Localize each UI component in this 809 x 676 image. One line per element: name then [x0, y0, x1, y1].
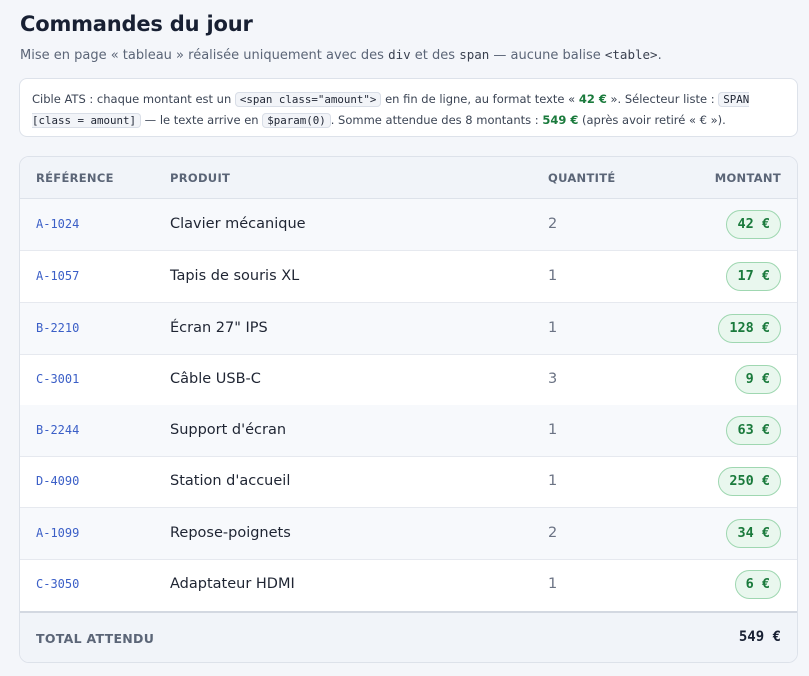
note-text: ». Sélecteur liste : [606, 92, 719, 106]
header-quantity: QUANTITÉ [548, 171, 616, 185]
subtitle-text: et des [410, 48, 460, 63]
table-row: A-1099 Repose-poignets 2 34 € [20, 508, 797, 560]
table-header: RÉFÉRENCE PRODUIT QUANTITÉ MONTANT [20, 157, 797, 199]
row-product: Clavier mécanique [170, 216, 306, 232]
subtitle-text: Mise en page « tableau » réalisée unique… [20, 48, 389, 63]
table-footer: TOTAL ATTENDU 549 € [20, 611, 797, 662]
row-product: Repose-poignets [170, 525, 291, 541]
row-quantity: 3 [548, 371, 558, 387]
row-quantity: 1 [548, 576, 558, 592]
row-quantity: 2 [548, 525, 558, 541]
header-reference: RÉFÉRENCE [36, 171, 114, 185]
row-amount: 9 € [734, 365, 781, 394]
row-reference: B-2210 [36, 321, 80, 335]
note-code-param: $param(0) [262, 113, 331, 128]
table-row: B-2210 Écran 27" IPS 1 128 € [20, 303, 797, 355]
row-product: Écran 27" IPS [170, 320, 268, 336]
subtitle-text: — aucune balise [489, 48, 605, 63]
table-row: C-3050 Adaptateur HDMI 1 6 € [20, 559, 797, 611]
note-text: . Somme attendue des 8 montants : [330, 113, 543, 127]
row-quantity: 2 [548, 216, 558, 232]
table-row: C-3001 Câble USB-C 3 9 € [20, 354, 797, 406]
row-amount: 6 € [734, 570, 781, 599]
row-amount: 42 € [726, 210, 781, 239]
row-product: Station d'accueil [170, 473, 291, 489]
header-amount: MONTANT [714, 171, 781, 185]
row-quantity: 1 [548, 473, 558, 489]
row-reference: C-3001 [36, 372, 80, 386]
note-example-amount: 42 € [578, 92, 607, 106]
note-text: en fin de ligne, au format texte « [381, 92, 579, 106]
ats-info-note: Cible ATS : chaque montant est un <span … [19, 78, 798, 137]
subtitle-code-div: div [388, 47, 411, 62]
note-expected-sum: 549 € [542, 113, 579, 127]
row-reference: B-2244 [36, 423, 80, 437]
header-product: PRODUIT [170, 171, 231, 185]
subtitle-code-table: <table> [604, 47, 658, 62]
page-subtitle: Mise en page « tableau » réalisée unique… [20, 47, 662, 63]
orders-table: RÉFÉRENCE PRODUIT QUANTITÉ MONTANT A-102… [19, 156, 798, 663]
table-row: D-4090 Station d'accueil 1 250 € [20, 456, 797, 508]
row-quantity: 1 [548, 320, 558, 336]
row-amount: 34 € [726, 519, 781, 548]
row-amount: 17 € [726, 262, 781, 291]
row-product: Support d'écran [170, 422, 287, 438]
note-text: (après avoir retiré « € »). [578, 113, 726, 127]
row-amount: 250 € [718, 467, 781, 496]
subtitle-code-span: span [459, 47, 490, 62]
subtitle-text: . [657, 48, 662, 63]
note-code-span-class: <span class="amount"> [234, 92, 382, 107]
row-reference: A-1057 [36, 269, 80, 283]
note-text: Cible ATS : chaque montant est un [32, 92, 235, 106]
total-label: TOTAL ATTENDU [36, 631, 155, 646]
row-reference: A-1099 [36, 526, 80, 540]
row-product: Câble USB-C [170, 371, 261, 387]
note-text: — le texte arrive en [141, 113, 263, 127]
row-quantity: 1 [548, 422, 558, 438]
row-quantity: 1 [548, 268, 558, 284]
table-row: A-1057 Tapis de souris XL 1 17 € [20, 251, 797, 303]
table-row: A-1024 Clavier mécanique 2 42 € [20, 199, 797, 251]
table-row: B-2244 Support d'écran 1 63 € [20, 405, 797, 457]
row-amount: 128 € [718, 314, 781, 343]
row-amount: 63 € [726, 416, 781, 445]
row-product: Adaptateur HDMI [170, 576, 295, 592]
row-reference: D-4090 [36, 474, 80, 488]
row-product: Tapis de souris XL [170, 268, 300, 284]
total-value: 549 € [738, 629, 781, 645]
row-reference: A-1024 [36, 217, 80, 231]
row-reference: C-3050 [36, 577, 80, 591]
page-title: Commandes du jour [20, 12, 253, 36]
